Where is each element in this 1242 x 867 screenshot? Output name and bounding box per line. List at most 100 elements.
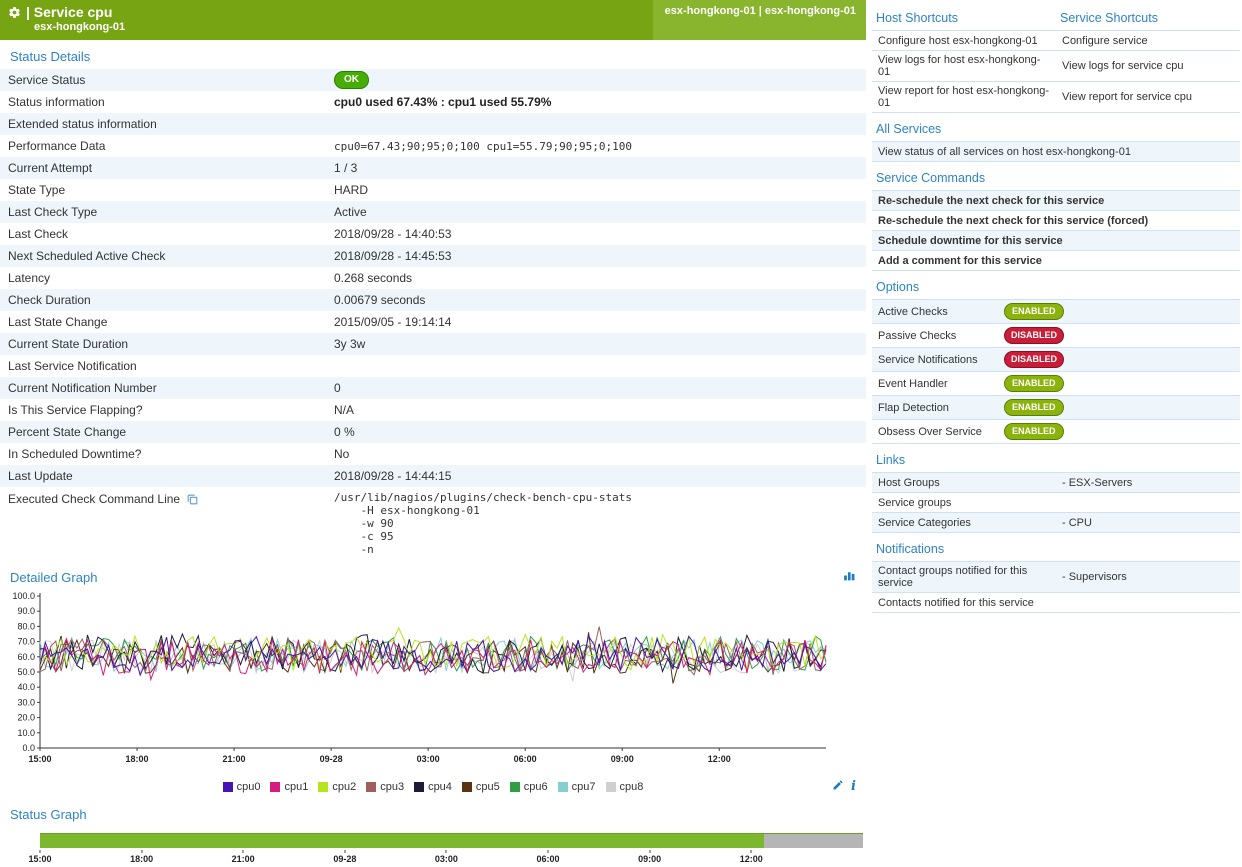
status-row-value: 0.00679 seconds: [334, 293, 866, 307]
links-table: Host Groups - ESX-Servers Service groups…: [872, 472, 1240, 533]
status-row: State Type HARD: [0, 179, 866, 201]
key-value-value[interactable]: - CPU: [1056, 514, 1240, 532]
notifications-heading: Notifications: [872, 533, 1240, 561]
status-row: In Scheduled Downtime? No: [0, 443, 866, 465]
list-row: Add a comment for this service: [872, 251, 1240, 271]
status-row-label-text: Executed Check Command Line: [8, 492, 180, 506]
status-row: Current State Duration 3y 3w: [0, 333, 866, 355]
option-state-cell: ENABLED: [998, 300, 1240, 323]
option-state-badge[interactable]: DISABLED: [1004, 351, 1064, 368]
status-row-label-text: Latency: [8, 271, 50, 285]
all-services-table: View status of all services on host esx-…: [872, 141, 1240, 162]
status-row-label: Latency: [0, 271, 334, 285]
key-value-value[interactable]: - ESX-Servers: [1056, 474, 1240, 492]
status-row-value: 3y 3w: [334, 337, 866, 351]
status-row-label: Executed Check Command Line: [0, 487, 334, 506]
service-commands-heading: Service Commands: [872, 162, 1240, 190]
status-row-value: 0.268 seconds: [334, 271, 866, 285]
legend-item: cpu2: [318, 781, 356, 793]
status-details-heading: Status Details: [0, 40, 866, 69]
legend-swatch: [366, 782, 376, 792]
breadcrumb[interactable]: esx-hongkong-01 | esx-hongkong-01: [653, 0, 866, 40]
legend-item: cpu0: [223, 781, 261, 793]
shortcut-row: Configure host esx-hongkong-01 Configure…: [872, 31, 1240, 51]
status-row-label: Last Check: [0, 227, 334, 241]
options-table: Active Checks ENABLED Passive Checks DIS…: [872, 299, 1240, 444]
status-row: Percent State Change 0 %: [0, 421, 866, 443]
status-row-value: /usr/lib/nagios/plugins/check-bench-cpu-…: [334, 487, 866, 560]
service-shortcut-link[interactable]: View logs for service cpu: [1056, 57, 1240, 75]
key-value-value[interactable]: [1056, 600, 1240, 606]
option-row: Active Checks ENABLED: [872, 300, 1240, 324]
list-row-link[interactable]: Add a comment for this service: [872, 252, 1240, 270]
option-state-cell: ENABLED: [998, 372, 1240, 395]
status-row-label: Last Check Type: [0, 205, 334, 219]
option-label: Event Handler: [872, 375, 998, 393]
service-shortcut-link[interactable]: Configure service: [1056, 32, 1240, 50]
status-row-label-text: Current Notification Number: [8, 381, 157, 395]
svg-text:30.0: 30.0: [17, 697, 35, 707]
svg-text:09:00: 09:00: [611, 754, 634, 764]
status-row-label: In Scheduled Downtime?: [0, 447, 334, 461]
service-status-page: | Service cpu esx-hongkong-01 esx-hongko…: [0, 0, 1242, 867]
legend-label: cpu3: [380, 781, 404, 793]
option-state-badge[interactable]: ENABLED: [1004, 375, 1064, 392]
key-value-row: Service groups: [872, 493, 1240, 513]
status-row-label: State Type: [0, 183, 334, 197]
key-value-row: Service Categories - CPU: [872, 513, 1240, 533]
shortcut-row: View logs for host esx-hongkong-01 View …: [872, 51, 1240, 82]
list-row-link[interactable]: Re-schedule the next check for this serv…: [872, 212, 1240, 230]
key-value-label: Host Groups: [872, 474, 1056, 492]
status-axis-label: 09-28: [333, 850, 356, 864]
status-row: Extended status information: [0, 113, 866, 135]
detailed-graph-heading-row: Detailed Graph: [0, 560, 866, 590]
key-value-value[interactable]: [1056, 500, 1240, 506]
status-row-label: Extended status information: [0, 117, 334, 131]
svg-text:03:00: 03:00: [417, 754, 440, 764]
status-row-label-text: In Scheduled Downtime?: [8, 447, 141, 461]
status-row-label-text: Next Scheduled Active Check: [8, 249, 165, 263]
status-axis-label: 03:00: [435, 850, 458, 864]
legend-label: cpu1: [284, 781, 308, 793]
host-shortcut-link[interactable]: View report for host esx-hongkong-01: [872, 82, 1056, 112]
status-row: Current Attempt 1 / 3: [0, 157, 866, 179]
option-row: Passive Checks DISABLED: [872, 324, 1240, 348]
svg-text:80.0: 80.0: [17, 621, 35, 631]
host-shortcut-link[interactable]: Configure host esx-hongkong-01: [872, 32, 1056, 50]
option-state-badge[interactable]: ENABLED: [1004, 399, 1064, 416]
status-row-label-text: Last State Change: [8, 315, 107, 329]
status-row-label-text: Percent State Change: [8, 425, 126, 439]
option-state-badge[interactable]: DISABLED: [1004, 327, 1064, 344]
status-row-value: cpu0=67.43;90;95;0;100 cpu1=55.79;90;95;…: [334, 140, 866, 153]
list-row-link[interactable]: View status of all services on host esx-…: [872, 143, 1240, 161]
svg-text:100.0: 100.0: [12, 591, 35, 601]
page-title: | Service cpu: [26, 4, 112, 20]
option-state-badge[interactable]: ENABLED: [1004, 423, 1064, 440]
status-row: Is This Service Flapping? N/A: [0, 399, 866, 421]
legend-item: cpu3: [366, 781, 404, 793]
edit-graph-icon[interactable]: [832, 779, 844, 794]
list-row-link[interactable]: Re-schedule the next check for this serv…: [872, 192, 1240, 210]
shortcuts-headings: Host Shortcuts Service Shortcuts: [872, 2, 1240, 30]
host-shortcut-link[interactable]: View logs for host esx-hongkong-01: [872, 51, 1056, 81]
list-row-link[interactable]: Schedule downtime for this service: [872, 232, 1240, 250]
key-value-value[interactable]: - Supervisors: [1056, 568, 1240, 586]
copy-command-icon[interactable]: [186, 493, 199, 506]
status-row-label-text: Last Check Type: [8, 205, 97, 219]
legend-item: cpu1: [270, 781, 308, 793]
status-row-label-text: Current State Duration: [8, 337, 128, 351]
options-heading: Options: [872, 271, 1240, 299]
gear-icon[interactable]: [8, 6, 21, 19]
status-row: Last Service Notification: [0, 355, 866, 377]
legend-item: cpu7: [558, 781, 596, 793]
status-row-label: Next Scheduled Active Check: [0, 249, 334, 263]
detailed-graph-svg: 0.010.020.030.040.050.060.070.080.090.01…: [4, 590, 830, 774]
status-row-label-text: Last Service Notification: [8, 359, 137, 373]
info-icon[interactable]: i: [851, 779, 856, 794]
svg-text:12:00: 12:00: [708, 754, 731, 764]
bar-chart-icon[interactable]: [842, 569, 856, 585]
option-state-badge[interactable]: ENABLED: [1004, 303, 1064, 320]
status-row-value: Active: [334, 205, 866, 219]
service-shortcut-link[interactable]: View report for service cpu: [1056, 88, 1240, 106]
svg-text:50.0: 50.0: [17, 667, 35, 677]
